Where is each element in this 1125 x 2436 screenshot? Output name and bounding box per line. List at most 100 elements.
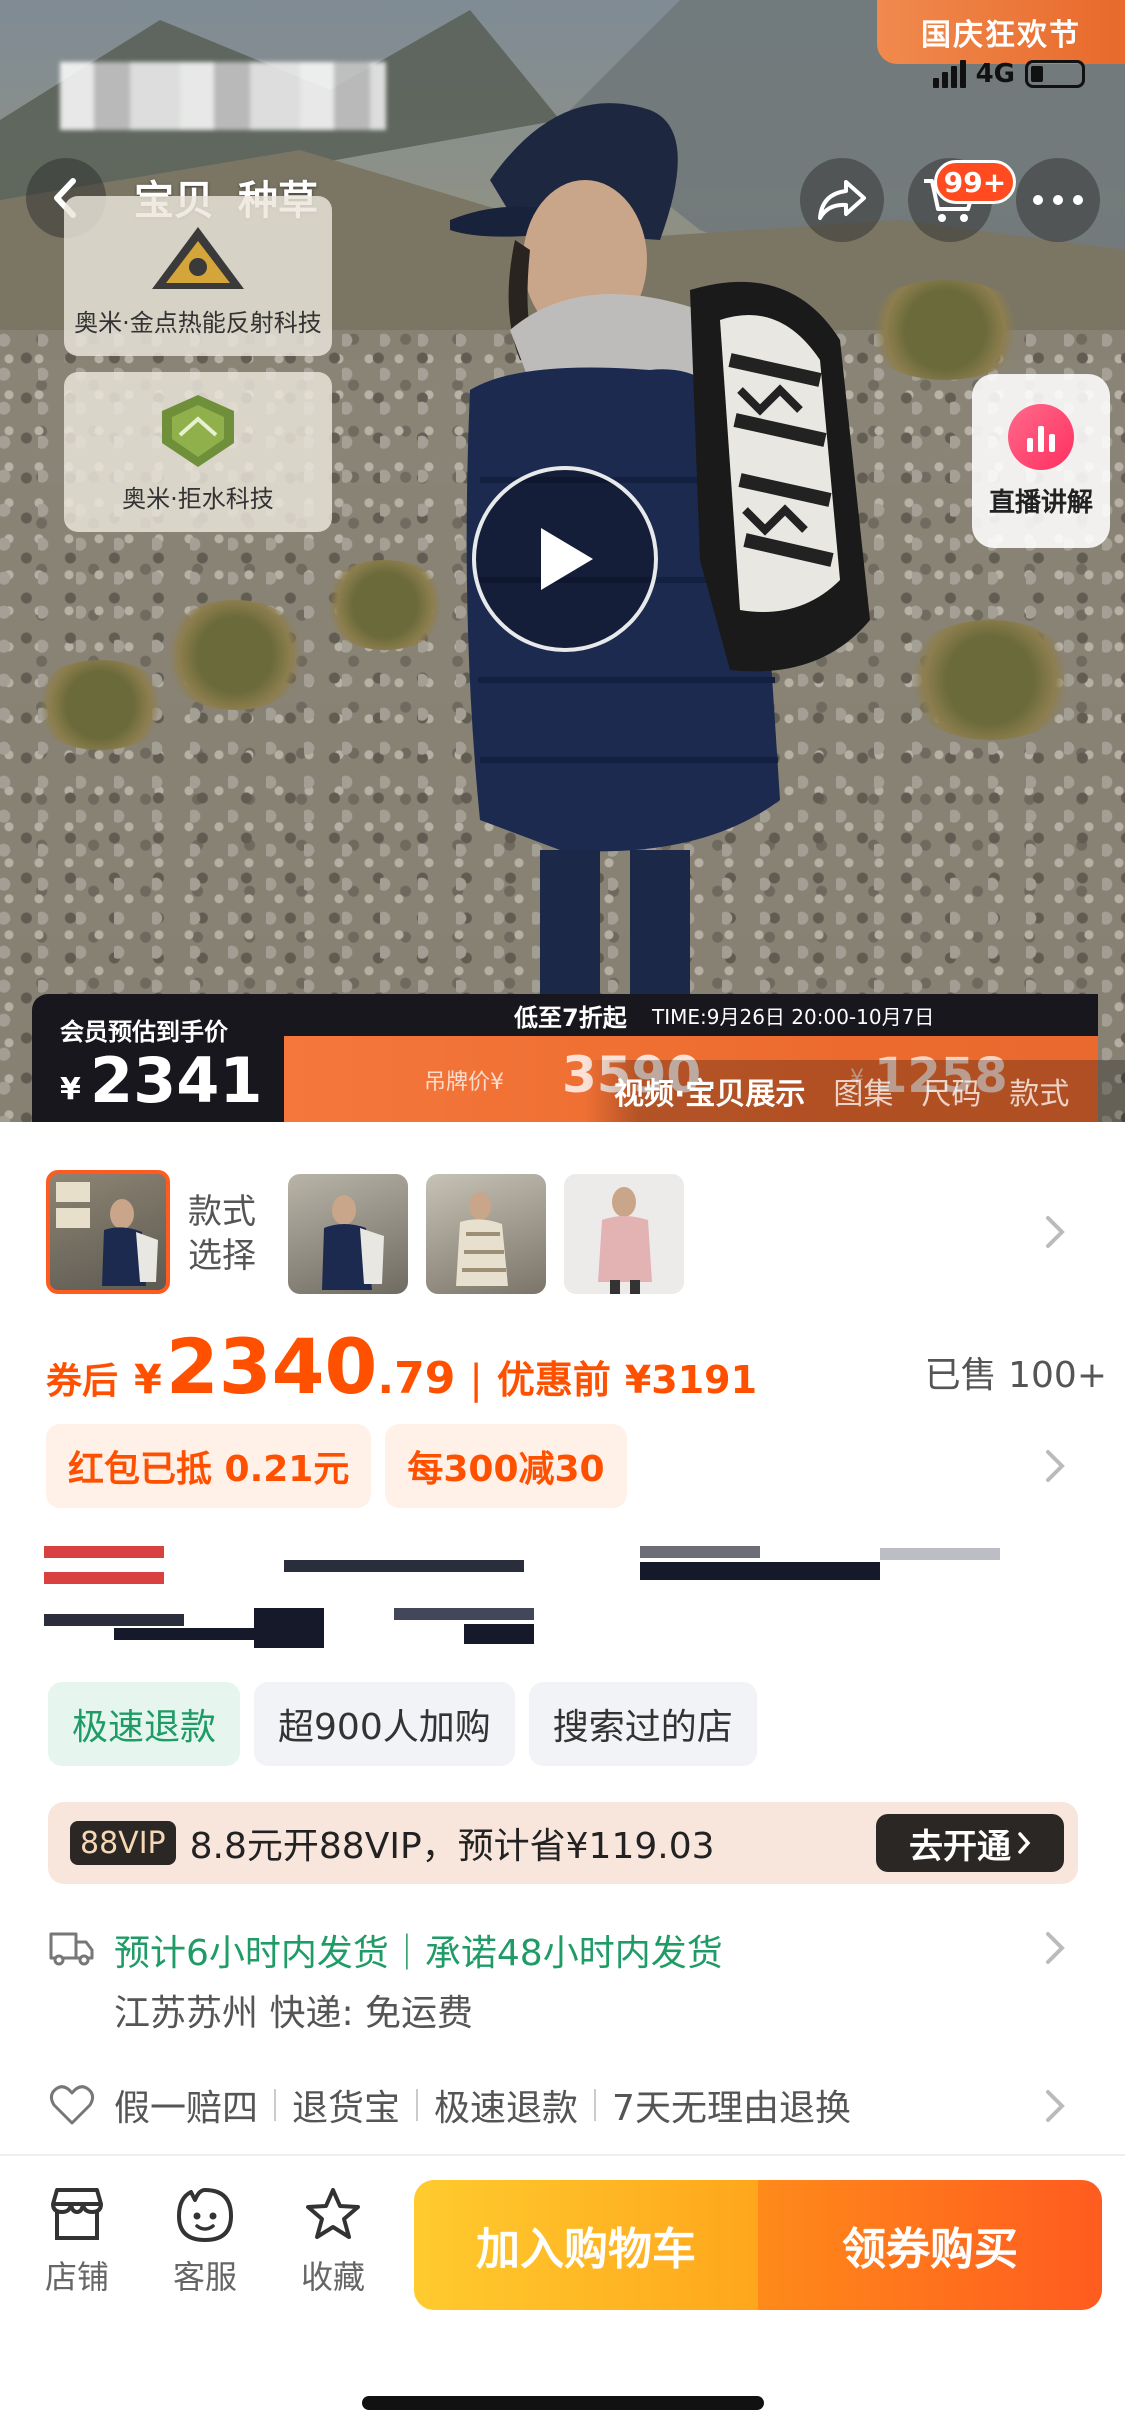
tag-added-to-cart[interactable]: 超900人加购 xyxy=(254,1682,515,1766)
divider xyxy=(416,2089,419,2121)
guarantee-row[interactable]: 假一赔四 退货宝 极速退款 7天无理由退换 xyxy=(48,2080,1088,2130)
home-indicator[interactable] xyxy=(362,2396,764,2410)
coupon-row[interactable]: 红包已抵 0.21元 每300减30 xyxy=(46,1424,627,1508)
omni-shield-logo-icon xyxy=(162,395,234,467)
guarantee-item: 退货宝 xyxy=(292,2088,401,2129)
service-label: 客服 xyxy=(172,2258,237,2296)
coupon-red-packet[interactable]: 红包已抵 0.21元 xyxy=(46,1424,372,1508)
divider xyxy=(0,2154,1125,2156)
sku-thumbnail-image xyxy=(322,1195,384,1290)
sku-thumbnail[interactable] xyxy=(46,1170,170,1294)
member-price-block: 会员预估到手价 ¥ 2341 xyxy=(32,994,284,1122)
share-icon xyxy=(818,180,866,220)
shrub xyxy=(900,620,1080,740)
media-tab-video[interactable]: 视频·宝贝展示 xyxy=(614,1069,805,1113)
redaction-bar xyxy=(880,1548,1000,1560)
tech-badge-omni-shield: 奥米·拒水科技 xyxy=(64,372,332,532)
sold-count: 已售 100+ xyxy=(924,1355,1107,1396)
promo-time-strip: 低至7折起 TIME:9月26日 20:00-10月7日 xyxy=(284,994,1098,1036)
redaction-bar xyxy=(640,1562,880,1580)
sku-label: 款式选择 xyxy=(188,1192,256,1276)
divider xyxy=(594,2089,597,2121)
price-separator: | xyxy=(469,1357,483,1403)
sku-thumbnail[interactable] xyxy=(564,1174,684,1294)
omni-heat-logo-icon xyxy=(152,227,244,289)
status-bar-time-blurred xyxy=(60,62,386,130)
bar-chart-icon xyxy=(1008,403,1074,470)
media-tabs: 视频·宝贝展示 图集 尺码 款式 xyxy=(584,1060,1125,1122)
add-to-cart-button[interactable]: 加入购物车 xyxy=(414,2180,758,2310)
more-dots-icon xyxy=(1033,195,1083,205)
shipping-origin-fee: 江苏苏州 快递: 免运费 xyxy=(114,1993,474,2034)
product-hero-media[interactable]: 国庆狂欢节 4G 宝贝 种草 xyxy=(0,0,1125,1122)
redaction-bar xyxy=(44,1572,164,1584)
shipping-info[interactable]: 预计6小时内发货｜承诺48小时内发货 江苏苏州 快递: 免运费 xyxy=(48,1920,1088,2034)
media-tab-size[interactable]: 尺码 xyxy=(921,1069,981,1113)
vip-open-button[interactable]: 去开通 xyxy=(876,1814,1064,1872)
guarantee-item: 极速退款 xyxy=(434,2088,579,2129)
divider xyxy=(274,2089,277,2121)
tag-searched-shop[interactable]: 搜索过的店 xyxy=(528,1682,757,1766)
redaction-bar xyxy=(640,1546,760,1558)
discount-text: 低至7折起 xyxy=(514,1003,627,1032)
chevron-right-icon[interactable] xyxy=(1044,1448,1066,1484)
tech-badge-label: 奥米·拒水科技 xyxy=(122,485,274,513)
live-explain-button[interactable]: 直播讲解 xyxy=(972,374,1110,548)
tag-price-label: 吊牌价¥ xyxy=(424,1070,504,1095)
chevron-right-icon xyxy=(1018,1832,1031,1854)
before-discount-label: 优惠前 xyxy=(496,1358,611,1402)
play-icon xyxy=(541,528,593,590)
redaction-bar xyxy=(254,1608,324,1648)
sku-thumbnail-image xyxy=(456,1192,508,1286)
chevron-right-icon xyxy=(1046,1932,1065,1964)
status-bar-right: 4G xyxy=(932,54,1085,94)
price-decimal: .79 xyxy=(377,1353,456,1404)
play-video-button[interactable] xyxy=(472,466,658,652)
chevron-right-icon xyxy=(1046,2090,1065,2122)
share-button[interactable] xyxy=(800,158,884,242)
customer-service-button[interactable]: 客服 xyxy=(160,2186,250,2316)
cart-count-badge: 99+ xyxy=(934,160,1016,204)
coupon-threshold[interactable]: 每300减30 xyxy=(385,1424,627,1508)
network-type: 4G xyxy=(975,59,1015,89)
tech-badge-omni-heat: 奥米·金点热能反射科技 xyxy=(64,196,332,356)
live-explain-label: 直播讲解 xyxy=(988,487,1093,518)
guarantee-item: 假一赔四 xyxy=(114,2088,259,2129)
service-face-icon xyxy=(177,2188,233,2242)
shrub xyxy=(160,600,310,710)
guarantee-item: 7天无理由退换 xyxy=(612,2088,851,2129)
more-button[interactable] xyxy=(1016,158,1100,242)
after-coupon-label: 券后 xyxy=(46,1361,119,1402)
truck-icon xyxy=(49,1932,94,1966)
redaction-bar xyxy=(44,1546,164,1558)
star-icon xyxy=(306,2188,360,2239)
tag-fast-refund[interactable]: 极速退款 xyxy=(48,1682,241,1766)
product-detail-page: 国庆狂欢节 4G 宝贝 种草 xyxy=(0,0,1125,2436)
shop-label: 店铺 xyxy=(44,2258,109,2296)
sku-thumbnail-image xyxy=(56,1182,158,1286)
buy-with-coupon-button[interactable]: 领券购买 xyxy=(758,2180,1102,2310)
member-price-label: 会员预估到手价 xyxy=(60,1018,228,1046)
sku-thumbnail[interactable] xyxy=(426,1174,546,1294)
vip-badge: 88VIP xyxy=(70,1821,176,1865)
redaction-bar xyxy=(464,1624,534,1644)
member-price-currency: ¥ xyxy=(60,1072,81,1107)
shipping-promise: 预计6小时内发货｜承诺48小时内发货 xyxy=(114,1933,723,1974)
battery-icon xyxy=(1025,60,1085,88)
sku-thumbnail[interactable] xyxy=(288,1174,408,1294)
vip-promo-bar[interactable]: 88VIP 8.8元开88VIP，预计省¥119.03 去开通 xyxy=(48,1802,1078,1884)
favorite-button[interactable]: 收藏 xyxy=(288,2186,378,2316)
tech-badge-label: 奥米·金点热能反射科技 xyxy=(74,309,322,337)
product-title-redacted xyxy=(44,1542,1024,1652)
chevron-right-icon[interactable] xyxy=(1044,1214,1066,1250)
vip-text: 8.8元开88VIP，预计省¥119.03 xyxy=(189,1826,715,1867)
sku-selector[interactable]: 款式选择 xyxy=(46,1170,1086,1294)
media-tab-style[interactable]: 款式 xyxy=(1009,1069,1069,1113)
redaction-bar xyxy=(44,1614,184,1626)
favorite-label: 收藏 xyxy=(300,2258,365,2296)
redaction-bar xyxy=(394,1608,534,1620)
promo-time: TIME:9月26日 20:00-10月7日 xyxy=(652,1004,935,1029)
media-tab-gallery[interactable]: 图集 xyxy=(833,1069,893,1113)
shop-button[interactable]: 店铺 xyxy=(32,2186,122,2316)
signal-icon xyxy=(932,60,966,88)
